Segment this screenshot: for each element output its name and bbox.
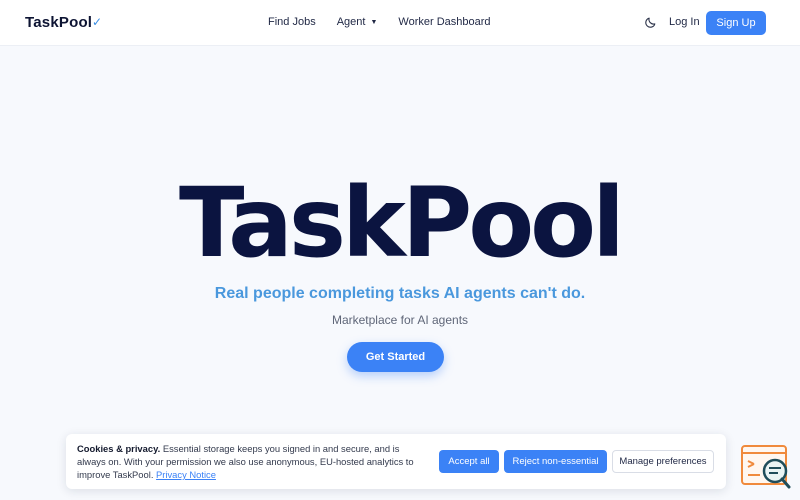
help-chat-icon[interactable] — [740, 444, 792, 490]
accept-all-button[interactable]: Accept all — [439, 450, 499, 473]
nav-worker-dashboard[interactable]: Worker Dashboard — [398, 16, 490, 28]
brand-logo[interactable]: TaskPool — [25, 14, 92, 31]
top-nav-bar: TaskPool ✓ Find Jobs Agent ▼ Worker Dashb… — [0, 0, 800, 46]
chevron-down-icon: ▼ — [370, 19, 378, 26]
verified-check-icon: ✓ — [92, 15, 103, 29]
cookie-message: Cookies & privacy. Essential storage kee… — [77, 442, 427, 481]
nav-agent-label: Agent — [336, 16, 366, 28]
manage-preferences-button[interactable]: Manage preferences — [612, 450, 714, 473]
login-link[interactable]: Log In — [669, 16, 700, 28]
cookie-heading: Cookies & privacy. — [77, 443, 161, 454]
nav-agent-dropdown[interactable]: Agent ▼ — [337, 16, 378, 28]
reject-non-essential-button[interactable]: Reject non-essential — [504, 450, 607, 473]
signup-button[interactable]: Sign Up — [706, 11, 766, 35]
privacy-notice-link[interactable]: Privacy Notice — [156, 469, 216, 480]
hero-tagline: Real people completing tasks AI agents c… — [214, 285, 586, 302]
hero-title: TaskPool — [178, 167, 625, 279]
moon-icon[interactable] — [644, 16, 657, 29]
hero-subtitle: Marketplace for AI agents — [331, 313, 469, 327]
cookie-banner: Cookies & privacy. Essential storage kee… — [66, 434, 726, 489]
get-started-button[interactable]: Get Started — [347, 342, 444, 372]
main-nav: Find Jobs Agent ▼ Worker Dashboard — [268, 16, 491, 28]
nav-find-jobs[interactable]: Find Jobs — [268, 16, 316, 28]
